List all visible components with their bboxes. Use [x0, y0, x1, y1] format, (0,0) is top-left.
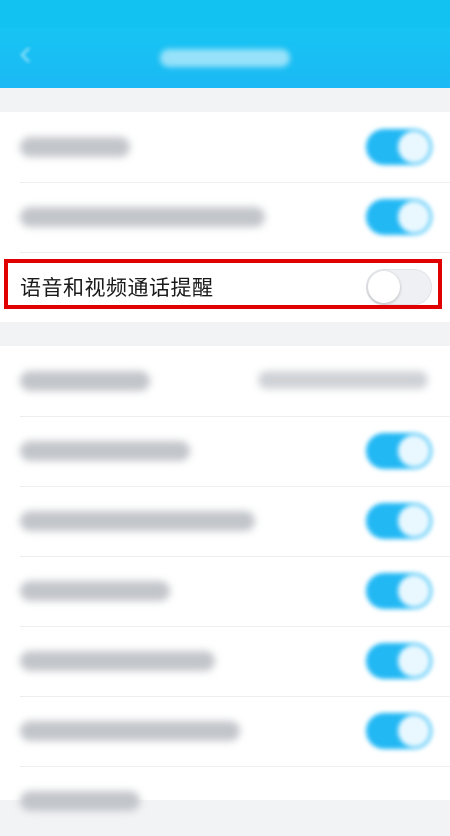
setting-row-6[interactable] [0, 556, 450, 626]
page-title-blurred [160, 49, 290, 67]
setting-row-with-value[interactable] [0, 346, 450, 416]
toggle-switch-on[interactable] [366, 643, 432, 679]
toggle-switch-on[interactable] [366, 713, 432, 749]
toggle-switch-on[interactable] [366, 129, 432, 165]
blurred-label [20, 207, 265, 227]
setting-row-voice-video-call-reminder[interactable]: 语音和视频通话提醒 [0, 252, 450, 322]
blurred-label [20, 511, 255, 531]
blurred-label [20, 791, 140, 811]
blurred-label [20, 581, 170, 601]
settings-group-1: 语音和视频通话提醒 [0, 112, 450, 322]
blurred-label [20, 651, 215, 671]
setting-row-7[interactable] [0, 626, 450, 696]
baidu-paw-watermark [372, 753, 400, 781]
voice-video-call-reminder-toggle[interactable] [366, 269, 432, 305]
setting-row-5[interactable] [0, 486, 450, 556]
toggle-switch-on[interactable] [366, 573, 432, 609]
blurred-label [20, 371, 150, 391]
setting-row-4[interactable] [0, 416, 450, 486]
settings-group-2 [0, 346, 450, 811]
blurred-label [20, 441, 190, 461]
blurred-label [20, 137, 130, 157]
blurred-value [258, 371, 428, 389]
header-bar [0, 28, 450, 88]
setting-row-2[interactable] [0, 182, 450, 252]
toggle-switch-on[interactable] [366, 503, 432, 539]
toggle-switch-on[interactable] [366, 199, 432, 235]
voice-video-call-reminder-label: 语音和视频通话提醒 [20, 276, 214, 300]
back-arrow-icon[interactable] [18, 46, 36, 64]
blurred-label [20, 721, 240, 741]
setting-row-1[interactable] [0, 112, 450, 182]
status-bar [0, 0, 450, 28]
toggle-switch-on[interactable] [366, 433, 432, 469]
